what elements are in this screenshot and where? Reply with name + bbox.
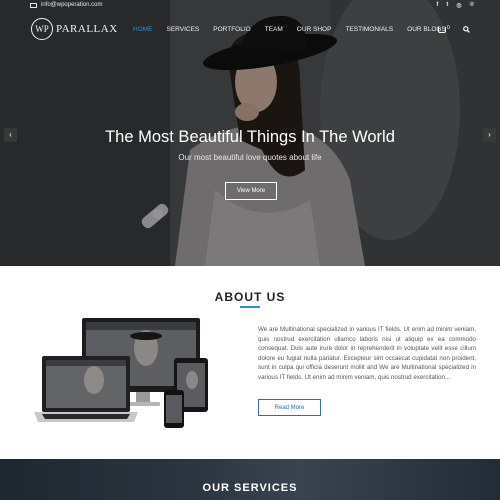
hero-slider: info@wpoperation.com f t ◎ ℗ WP PARALLAX… xyxy=(0,0,500,266)
nav-item-testimonials[interactable]: TESTIMONIALS xyxy=(345,26,393,33)
nav-item-services[interactable]: SERVICES xyxy=(167,26,200,33)
about-description: We are Multinational specialized in vari… xyxy=(258,326,476,381)
search-icon[interactable] xyxy=(463,26,470,33)
instagram-icon[interactable]: ◎ xyxy=(456,2,461,9)
nav-item-home[interactable]: HOME xyxy=(133,26,153,33)
responsive-devices-image xyxy=(34,318,208,428)
nav-item-our-shop[interactable]: OUR SHOP xyxy=(297,26,332,33)
site-logo[interactable]: WP PARALLAX xyxy=(31,18,118,40)
main-menu: HOME SERVICES PORTFOLIO TEAM OUR SHOP TE… xyxy=(133,26,446,33)
hero-subtitle: Our most beautiful love quotes about lif… xyxy=(178,153,322,162)
email-text: info@wpoperation.com xyxy=(41,2,103,8)
cart-count: 0 xyxy=(447,25,450,31)
read-more-button[interactable]: Read More xyxy=(258,399,321,416)
contact-email[interactable]: info@wpoperation.com xyxy=(30,2,102,8)
about-heading: ABOUT US xyxy=(214,290,286,304)
twitter-icon[interactable]: t xyxy=(446,2,448,9)
hero-title: The Most Beautiful Things In The World xyxy=(105,128,395,146)
cart-icon xyxy=(438,27,446,33)
cart-button[interactable]: 0 xyxy=(438,25,450,33)
nav-item-portfolio[interactable]: PORTFOLIO xyxy=(213,26,250,33)
facebook-icon[interactable]: f xyxy=(436,2,438,9)
envelope-icon xyxy=(30,2,37,8)
main-navbar: WP PARALLAX HOME SERVICES PORTFOLIO TEAM… xyxy=(0,14,500,46)
logo-text: PARALLAX xyxy=(56,23,118,35)
services-heading: OUR SERVICES xyxy=(202,482,298,494)
heading-underline xyxy=(240,306,260,308)
social-links: f t ◎ ℗ xyxy=(436,2,474,9)
nav-item-team[interactable]: TEAM xyxy=(265,26,283,33)
top-bar: info@wpoperation.com f t ◎ ℗ xyxy=(0,0,500,14)
view-more-button[interactable]: View More xyxy=(225,182,277,200)
pinterest-icon[interactable]: ℗ xyxy=(470,2,474,9)
logo-mark: WP xyxy=(31,18,53,40)
